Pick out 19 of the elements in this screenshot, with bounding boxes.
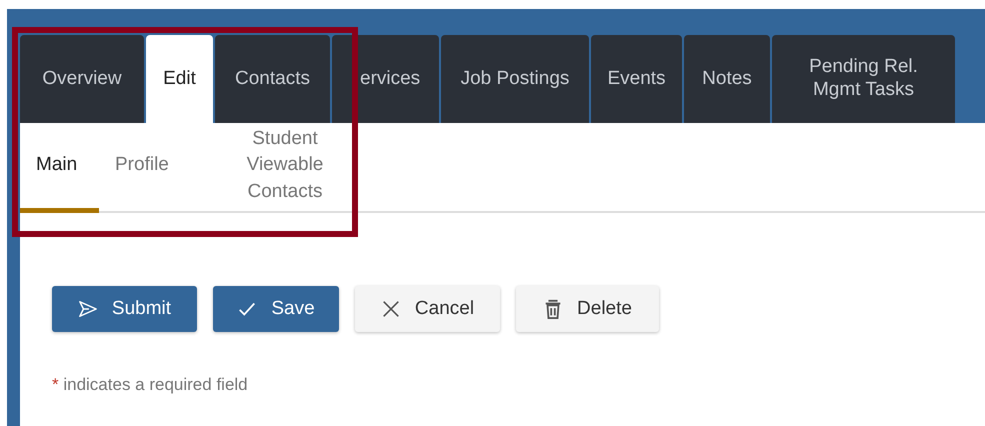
tab[interactable]: ervices (332, 35, 439, 123)
cancel-button[interactable]: Cancel (355, 286, 500, 332)
tab[interactable]: Job Postings (441, 35, 589, 123)
subtab[interactable]: Student Viewable Contacts (225, 123, 345, 213)
save-button[interactable]: Save (213, 286, 339, 332)
tab[interactable]: Edit (146, 35, 213, 123)
tab[interactable]: Notes (684, 35, 770, 123)
subtab[interactable]: Main (20, 123, 99, 213)
tab[interactable]: Contacts (215, 35, 330, 123)
required-field-note: * indicates a required field (52, 375, 248, 394)
subtab[interactable]: Profile (99, 123, 195, 213)
close-icon (380, 299, 401, 319)
send-icon (78, 299, 98, 319)
tab[interactable]: Pending Rel. Mgmt Tasks (772, 35, 955, 123)
tab[interactable]: Overview (20, 35, 144, 123)
delete-button[interactable]: Delete (516, 286, 659, 332)
tab[interactable]: Events (591, 35, 682, 123)
trash-icon (543, 299, 564, 319)
submit-button[interactable]: Submit (52, 286, 197, 332)
